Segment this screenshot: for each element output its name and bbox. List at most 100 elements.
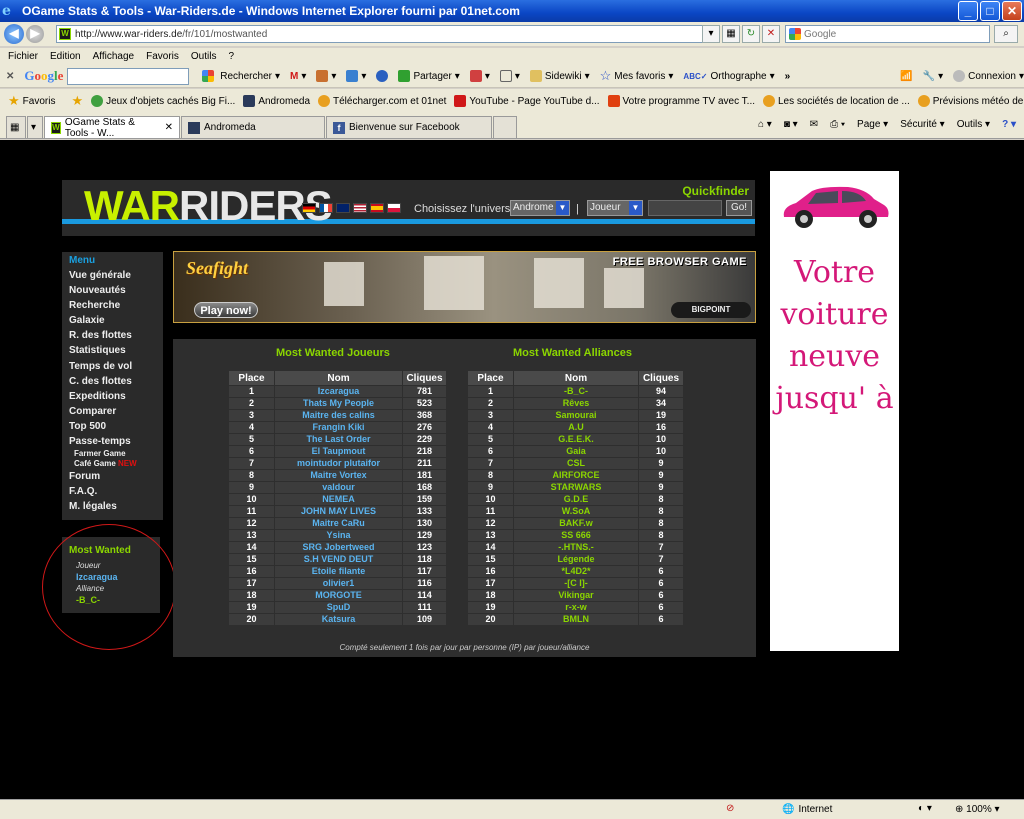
close-button[interactable]: ✕ xyxy=(1002,1,1022,21)
menu-fichier[interactable]: Fichier xyxy=(8,51,38,62)
flag-us-icon[interactable] xyxy=(353,203,367,213)
menu-sub-farmer-game[interactable]: Farmer Game xyxy=(74,449,163,459)
gmail-button[interactable]: M ▾ xyxy=(290,71,306,82)
close-toolbar-icon[interactable]: ✕ xyxy=(6,71,14,82)
search-button-icon[interactable]: ⌕ xyxy=(994,25,1018,43)
menu-item-comparer[interactable]: Comparer xyxy=(69,404,163,419)
wrench-button[interactable]: 🔧 ▾ xyxy=(923,71,943,82)
name-link[interactable]: Maitre des calins xyxy=(275,410,402,421)
maximize-button[interactable]: □ xyxy=(980,1,1000,21)
flag-fr-icon[interactable] xyxy=(319,203,333,213)
name-link[interactable]: CSL xyxy=(514,458,638,469)
page-menu[interactable]: Page ▾ xyxy=(857,119,888,130)
search-input[interactable]: Google xyxy=(785,25,990,43)
menu-item-expeditions[interactable]: Expeditions xyxy=(69,389,163,404)
partager-button[interactable]: Partager ▾ xyxy=(398,70,460,82)
menu-item-r-des-flottes[interactable]: R. des flottes xyxy=(69,328,163,343)
name-link[interactable]: W.SoA xyxy=(514,506,638,517)
mail-icon[interactable]: ✉ xyxy=(810,119,818,130)
name-link[interactable]: olivier1 xyxy=(275,578,402,589)
sidewiki-button[interactable]: Sidewiki ▾ xyxy=(529,70,590,82)
name-link[interactable]: A.U xyxy=(514,422,638,433)
quickfinder-input[interactable] xyxy=(648,200,722,216)
forward-button[interactable]: ▶ xyxy=(26,25,44,43)
tab-list-icon[interactable]: ▾ xyxy=(27,116,43,138)
name-link[interactable]: S.H VEND DEUT xyxy=(275,554,402,565)
fav-item-andromeda[interactable]: Andromeda xyxy=(243,95,310,107)
stop-icon[interactable]: ✕ xyxy=(762,25,780,43)
addons-button[interactable]: ▾ xyxy=(346,70,366,82)
name-link[interactable]: valdour xyxy=(275,482,402,493)
tab-andromeda[interactable]: Andromeda xyxy=(181,116,325,138)
name-link[interactable]: Etoile filante xyxy=(275,566,402,577)
type-select[interactable]: Joueur ▼ xyxy=(587,200,643,216)
address-dropdown-icon[interactable]: ▾ xyxy=(702,25,720,43)
name-link[interactable]: *L4D2* xyxy=(514,566,638,577)
name-link[interactable]: Maitre Vortex xyxy=(275,470,402,481)
help-icon[interactable]: ? ▾ xyxy=(1002,119,1016,130)
menu-help[interactable]: ? xyxy=(228,51,234,62)
print-icon[interactable]: ⎙ ▾ xyxy=(830,119,845,130)
name-link[interactable]: Izcaragua xyxy=(275,386,402,397)
menu-item-nouveautes[interactable]: Nouveautés xyxy=(69,283,163,298)
zoom-control[interactable]: ⊕ 100% ▾ xyxy=(955,804,1000,815)
menu-outils[interactable]: Outils xyxy=(191,51,217,62)
name-link[interactable]: Rêves xyxy=(514,398,638,409)
add-favorite-icon[interactable]: ★ xyxy=(71,93,83,109)
tools-button[interactable]: ▾ xyxy=(316,70,336,82)
seafight-banner[interactable]: Seafight Play now! FREE BROWSER GAME BIG… xyxy=(173,251,756,323)
outils-menu[interactable]: Outils ▾ xyxy=(957,119,990,130)
connexion-button[interactable]: Connexion ▾ xyxy=(953,70,1024,82)
google-search-input[interactable] xyxy=(67,67,190,85)
fav-item-telecharger[interactable]: Télécharger.com et 01net xyxy=(318,95,446,107)
menu-item-forum[interactable]: Forum xyxy=(69,469,163,484)
menu-sub-cafe-game[interactable]: Café Game NEW xyxy=(74,459,163,469)
securite-menu[interactable]: Sécurité ▾ xyxy=(900,119,945,130)
address-input[interactable]: W http://www.war-riders.de /fr/101/mostw… xyxy=(56,25,716,43)
name-link[interactable]: Samourai xyxy=(514,410,638,421)
name-link[interactable]: Thats My People xyxy=(275,398,402,409)
translate-button[interactable]: ▾ xyxy=(469,70,490,82)
name-link[interactable]: Frangin Kiki xyxy=(275,422,402,433)
name-link[interactable]: MORGOTE xyxy=(275,590,402,601)
name-link[interactable]: SpuD xyxy=(275,602,402,613)
name-link[interactable]: G.E.E.K. xyxy=(514,434,638,445)
fav-item-meteo[interactable]: Prévisions météo de Météo-... xyxy=(917,95,1024,107)
globe-button[interactable] xyxy=(376,70,389,82)
go-button[interactable]: Go! xyxy=(726,200,752,216)
name-link[interactable]: SRG Jobertweed xyxy=(275,542,402,553)
tab-ogame-stats[interactable]: W OGame Stats & Tools - W... ✕ xyxy=(44,116,180,139)
fav-item-youtube[interactable]: YouTube - Page YouTube d... xyxy=(454,95,600,107)
name-link[interactable]: The Last Order xyxy=(275,434,402,445)
rss-icon[interactable]: ◙ ▾ xyxy=(784,119,798,130)
menu-item-passe-temps[interactable]: Passe-temps xyxy=(69,434,163,449)
fav-item-tv[interactable]: Votre programme TV avec T... xyxy=(607,95,755,107)
menu-item-c-des-flottes[interactable]: C. des flottes xyxy=(69,374,163,389)
name-link[interactable]: Vikingar xyxy=(514,590,638,601)
rechercher-button[interactable]: Rechercher ▾ xyxy=(199,70,280,82)
mes-favoris-button[interactable]: ☆ Mes favoris ▾ xyxy=(600,68,674,84)
name-link[interactable]: Ysina xyxy=(275,530,402,541)
protected-mode-icon[interactable]: ◐ ▾ xyxy=(918,803,932,814)
quick-tabs-icon[interactable]: ▦ xyxy=(6,116,26,138)
name-link[interactable]: BAKF.w xyxy=(514,518,638,529)
favoris-button[interactable]: ★ Favoris xyxy=(8,93,55,109)
tab-facebook[interactable]: f Bienvenue sur Facebook xyxy=(326,116,492,138)
universe-select[interactable]: Androme ▼ xyxy=(510,200,570,216)
back-button[interactable]: ◀ xyxy=(4,24,24,44)
name-link[interactable]: STARWARS xyxy=(514,482,638,493)
menu-affichage[interactable]: Affichage xyxy=(93,51,135,62)
flag-de-icon[interactable] xyxy=(302,203,316,213)
popup-blocker-icon[interactable]: ⊘ xyxy=(726,803,734,814)
menu-item-statistiques[interactable]: Statistiques xyxy=(69,343,163,358)
name-link[interactable]: Gaia xyxy=(514,446,638,457)
orthographe-button[interactable]: ABC✓ Orthographe ▾ xyxy=(683,71,774,82)
name-link[interactable]: Légende xyxy=(514,554,638,565)
menu-item-galaxie[interactable]: Galaxie xyxy=(69,313,163,328)
menu-favoris[interactable]: Favoris xyxy=(146,51,179,62)
warriders-logo[interactable]: WARRIDERS xyxy=(84,184,333,228)
name-link[interactable]: NEMEA xyxy=(275,494,402,505)
name-link[interactable]: El Taupmout xyxy=(275,446,402,457)
name-link[interactable]: BMLN xyxy=(514,614,638,625)
refresh-icon[interactable]: ↻ xyxy=(742,25,760,43)
